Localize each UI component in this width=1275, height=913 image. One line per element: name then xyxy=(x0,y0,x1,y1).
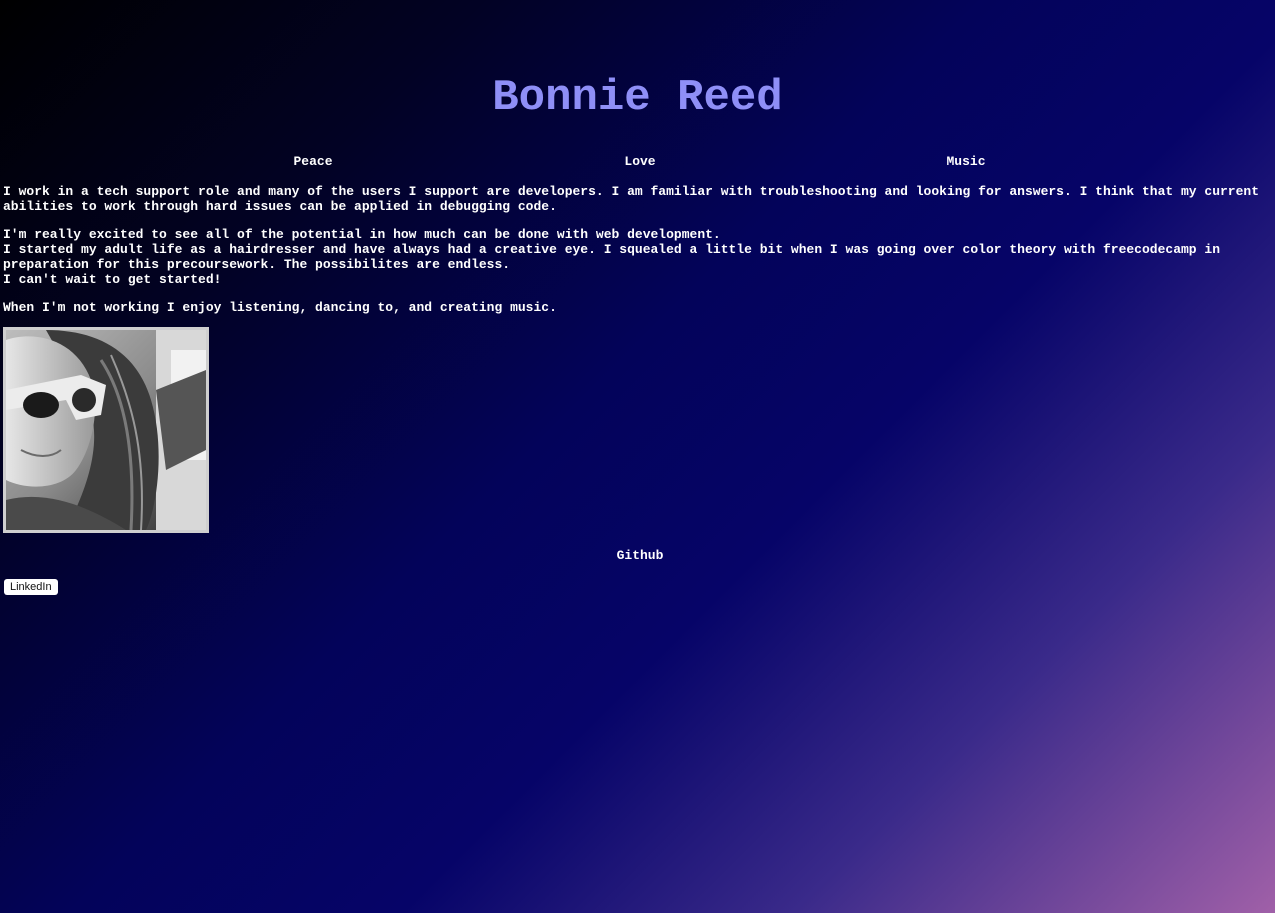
about-paragraph-webdev-line: I started my adult life as a hairdresser… xyxy=(3,242,1220,257)
about-paragraph-work-line: abilities to work through hard issues ca… xyxy=(3,199,557,214)
github-link[interactable]: Github xyxy=(617,548,664,563)
about-paragraph-work-line: I work in a tech support role and many o… xyxy=(3,184,1260,199)
about-paragraph-webdev-line: preparation for this precoursework. The … xyxy=(3,257,511,272)
nav-item-music[interactable]: Music xyxy=(946,154,985,169)
profile-photo xyxy=(3,327,209,533)
about-paragraph-webdev-line: I can't wait to get started! xyxy=(3,272,222,287)
about-paragraph-webdev-line: I'm really excited to see all of the pot… xyxy=(3,227,721,242)
about-paragraph-webdev: I'm really excited to see all of the pot… xyxy=(3,227,1268,287)
about-paragraph-work: I work in a tech support role and many o… xyxy=(3,184,1268,214)
about-paragraph-music: When I'm not working I enjoy listening, … xyxy=(3,300,557,315)
profile-photo-illustration xyxy=(6,330,206,530)
top-nav: Peace Love Music xyxy=(0,154,1275,172)
nav-item-peace[interactable]: Peace xyxy=(293,154,332,169)
page-title: Bonnie Reed xyxy=(492,73,783,123)
nav-item-love[interactable]: Love xyxy=(624,154,655,169)
linkedin-button[interactable]: LinkedIn xyxy=(4,579,58,595)
